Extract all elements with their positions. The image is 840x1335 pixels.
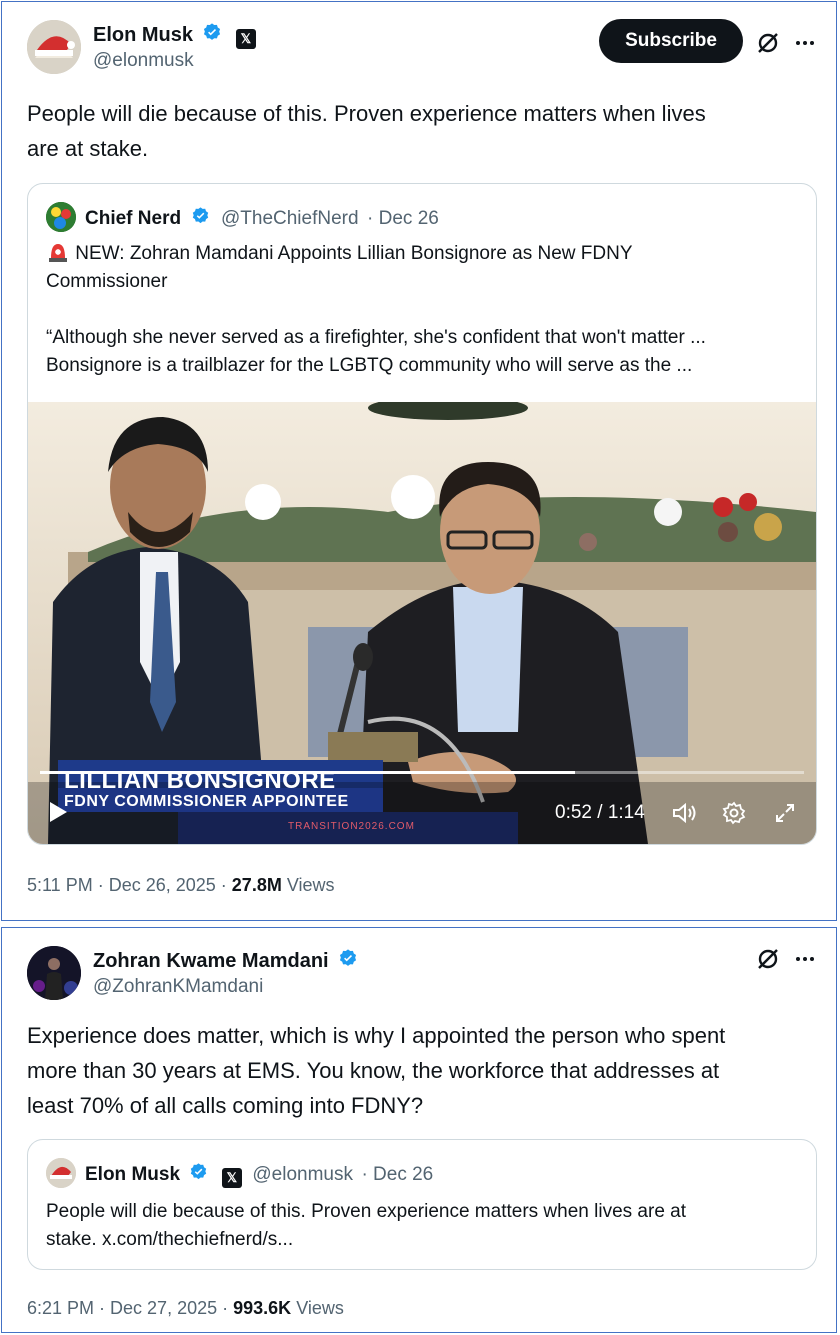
- quote-text-line: “Although she never served as a firefigh…: [46, 327, 706, 348]
- verified-badge-icon: [192, 207, 208, 224]
- quote-author-name[interactable]: Chief Nerd: [85, 208, 181, 229]
- quote-text-line: stake. x.com/thechiefnerd/s...: [46, 1229, 294, 1250]
- quote-text: NEW: Zohran Mamdani Appoints Lillian Bon…: [46, 240, 806, 380]
- post-timestamp[interactable]: 6:21 PM · Dec 27, 2025 ·: [27, 1298, 228, 1318]
- quote-author-handle[interactable]: @elonmusk: [252, 1164, 353, 1185]
- quote-author-name[interactable]: Elon Musk: [85, 1164, 180, 1185]
- grok-icon[interactable]: [754, 945, 782, 973]
- more-icon[interactable]: [791, 945, 819, 973]
- grok-icon[interactable]: [754, 29, 782, 57]
- elon-musk-post: Elon Musk 𝕏 @elonmusk Subscribe People w…: [1, 1, 837, 921]
- video-player[interactable]: LILLIAN BONSIGNORE FDNY COMMISSIONER APP…: [28, 402, 816, 844]
- quote-text: People will die because of this. Proven …: [46, 1198, 806, 1254]
- quote-text-line: Commissioner: [46, 271, 168, 292]
- post-meta: 6:21 PM · Dec 27, 2025 · 993.6K Views: [27, 1298, 344, 1319]
- zohran-mamdani-post: Zohran Kwame Mamdani @ZohranKMamdani Exp…: [1, 927, 837, 1333]
- author-row: Zohran Kwame Mamdani: [93, 948, 359, 973]
- quote-date: · Dec 26: [361, 1164, 434, 1185]
- post-text-line: Experience does matter, which is why I a…: [27, 1023, 726, 1048]
- x-badge-icon: 𝕏: [235, 29, 256, 49]
- author-handle[interactable]: @ZohranKMamdani: [93, 976, 263, 998]
- post-text: People will die because of this. Proven …: [27, 96, 817, 166]
- subscribe-button[interactable]: Subscribe: [599, 19, 743, 63]
- post-text-line: least 70% of all calls coming into FDNY?: [27, 1093, 424, 1118]
- quote-text-line: Bonsignore is a trailblazer for the LGBT…: [46, 355, 693, 376]
- post-meta: 5:11 PM · Dec 26, 2025 · 27.8M Views: [27, 875, 335, 896]
- post-text-line: more than 30 years at EMS. You know, the…: [27, 1058, 720, 1083]
- verified-badge-icon: [191, 1163, 207, 1180]
- quote-text-line: People will die because of this. Proven …: [46, 1201, 687, 1222]
- x-badge-icon: 𝕏: [221, 1168, 242, 1188]
- views-label: Views: [286, 875, 335, 895]
- avatar[interactable]: [46, 1158, 76, 1188]
- siren-icon: [49, 244, 67, 262]
- quote-author-row: Elon Musk 𝕏 @elonmusk · Dec 26: [85, 1162, 433, 1188]
- quote-author-row: Chief Nerd @TheChiefNerd · Dec 26: [85, 206, 439, 230]
- post-text-line: People will die because of this. Proven …: [27, 101, 706, 126]
- views-label: Views: [296, 1298, 344, 1318]
- video-progress-fill: [40, 771, 575, 774]
- verified-badge-icon: [339, 949, 357, 966]
- author-row: Elon Musk 𝕏: [93, 22, 256, 49]
- more-icon[interactable]: [791, 29, 819, 57]
- play-icon[interactable]: [44, 798, 72, 826]
- video-time: 0:52 / 1:14: [555, 802, 645, 823]
- author-name[interactable]: Zohran Kwame Mamdani: [93, 950, 329, 972]
- settings-icon[interactable]: [720, 799, 748, 827]
- quoted-post[interactable]: Chief Nerd @TheChiefNerd · Dec 26 NEW: Z…: [27, 183, 817, 845]
- quoted-post[interactable]: Elon Musk 𝕏 @elonmusk · Dec 26 People wi…: [27, 1139, 817, 1270]
- views-count: 27.8M: [231, 875, 282, 895]
- volume-icon[interactable]: [671, 799, 699, 827]
- quote-author-handle[interactable]: @TheChiefNerd: [221, 208, 359, 229]
- post-text: Experience does matter, which is why I a…: [27, 1018, 817, 1123]
- avatar[interactable]: [27, 20, 81, 74]
- author-handle[interactable]: @elonmusk: [93, 50, 194, 72]
- fullscreen-icon[interactable]: [771, 799, 799, 827]
- quote-text-line: NEW: Zohran Mamdani Appoints Lillian Bon…: [75, 243, 633, 264]
- chyron-title: FDNY COMMISSIONER APPOINTEE: [64, 793, 349, 810]
- video-progress-track[interactable]: [40, 771, 804, 774]
- verified-badge-icon: [204, 23, 221, 40]
- avatar[interactable]: [27, 946, 81, 1000]
- post-text-line: are at stake.: [27, 136, 149, 161]
- quote-date: · Dec 26: [367, 208, 439, 229]
- avatar[interactable]: [46, 202, 76, 232]
- post-timestamp[interactable]: 5:11 PM · Dec 26, 2025 ·: [27, 875, 227, 895]
- chyron-source: TRANSITION2026.COM: [288, 821, 415, 832]
- views-count: 993.6K: [233, 1298, 292, 1318]
- author-name[interactable]: Elon Musk: [93, 24, 193, 46]
